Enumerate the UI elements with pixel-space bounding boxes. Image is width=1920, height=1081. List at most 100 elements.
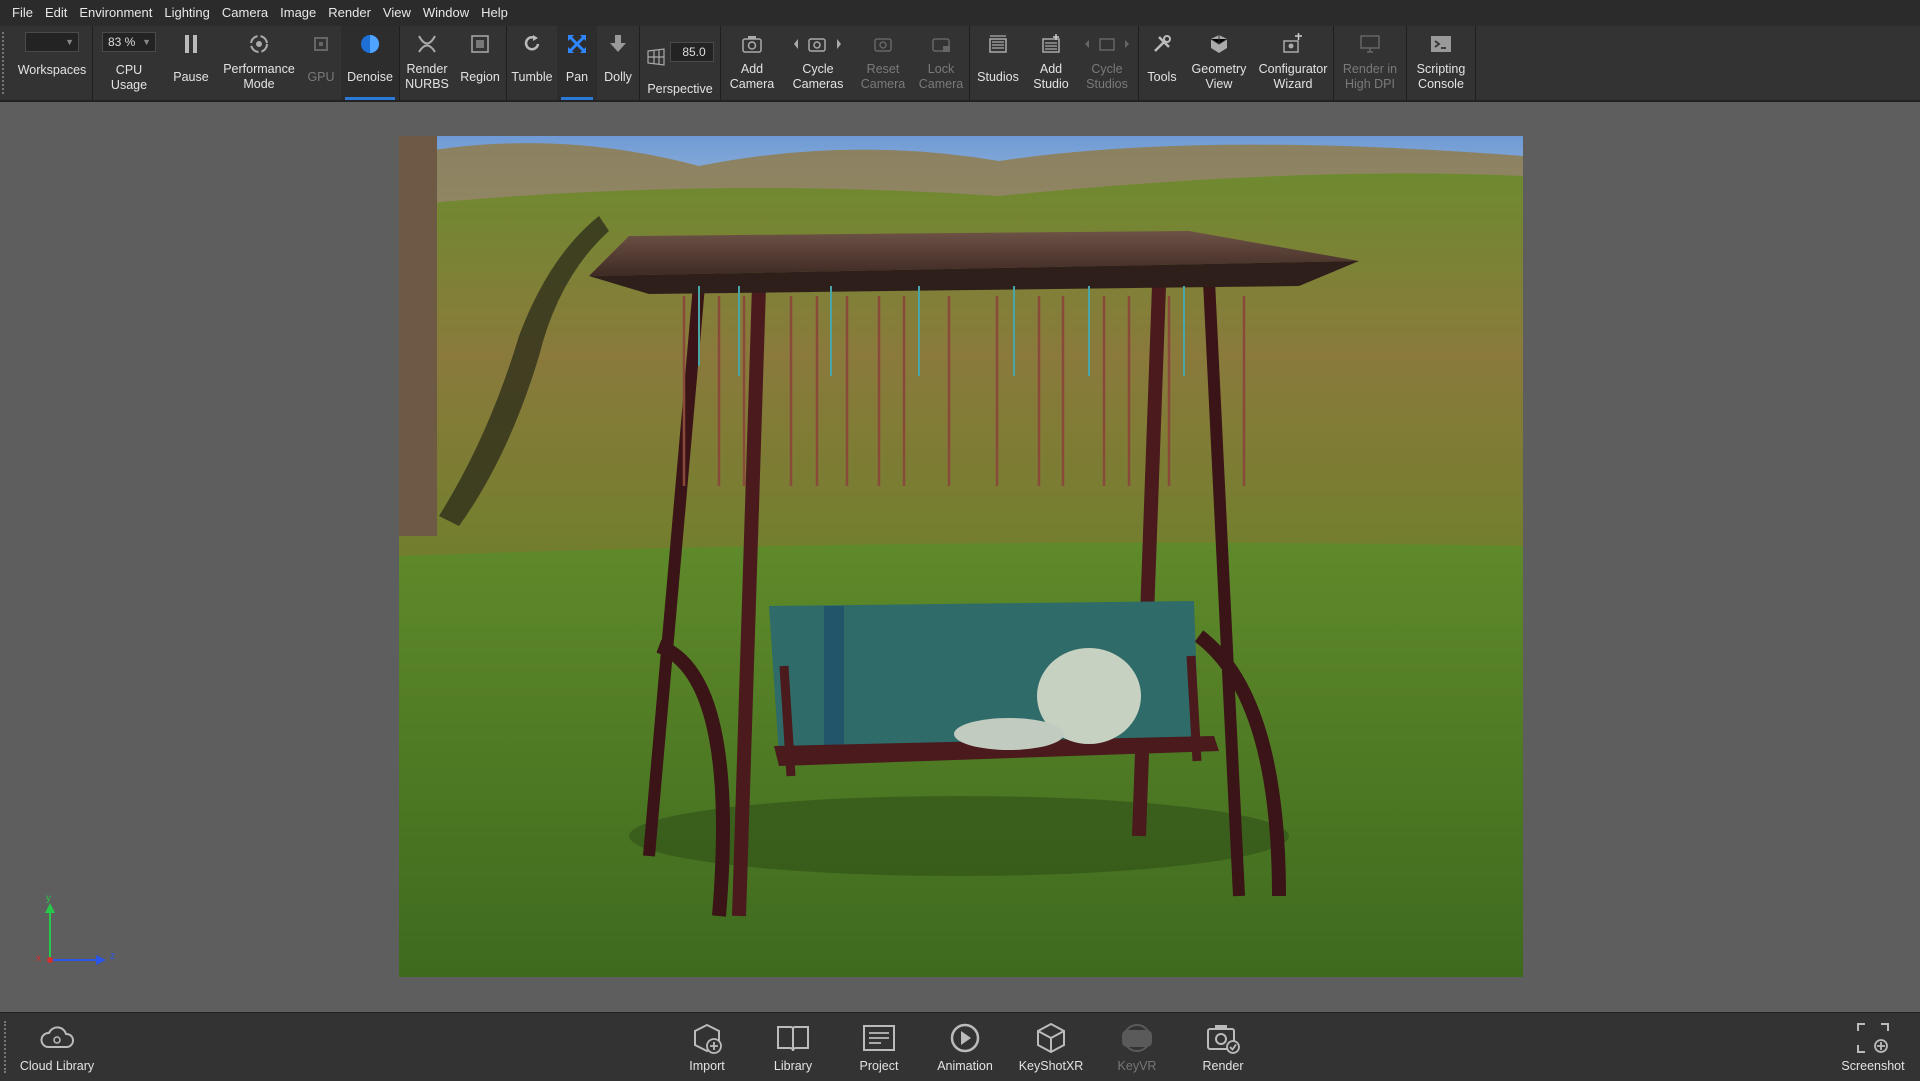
menu-view[interactable]: View [377, 0, 417, 26]
menu-file[interactable]: File [6, 0, 39, 26]
geometry-view-label: Geometry View [1191, 62, 1247, 91]
cloud-icon [37, 1019, 77, 1057]
add-camera-icon [740, 32, 764, 56]
project-button[interactable]: Project [834, 1019, 924, 1073]
pan-button[interactable]: Pan [557, 26, 597, 100]
dolly-icon [606, 32, 630, 56]
gpu-icon [309, 32, 333, 56]
perspective-label: Perspective [647, 82, 713, 96]
render-nurbs-label: Render NURBS [405, 62, 449, 91]
import-button[interactable]: Import [662, 1019, 752, 1073]
gpu-label: GPU [307, 70, 335, 84]
cpu-usage-control[interactable]: 83 % ▼ CPU Usage [93, 26, 165, 100]
chevron-down-icon: ▼ [142, 37, 151, 47]
add-camera-button[interactable]: Add Camera [721, 26, 783, 100]
menu-image[interactable]: Image [274, 0, 322, 26]
animation-label: Animation [937, 1059, 993, 1073]
keyshotxr-button[interactable]: KeyShotXR [1006, 1019, 1096, 1073]
axis-z-label: z [110, 951, 115, 962]
chevron-down-icon: ▼ [65, 37, 74, 47]
denoise-label: Denoise [347, 70, 393, 84]
cpu-usage-dropdown[interactable]: 83 % ▼ [102, 32, 156, 52]
menu-lighting[interactable]: Lighting [158, 0, 216, 26]
performance-mode-button[interactable]: Performance Mode [217, 26, 301, 100]
dolly-label: Dolly [604, 70, 632, 84]
scripting-console-button[interactable]: Scripting Console [1407, 26, 1475, 100]
perspective-input[interactable]: 85.0 [670, 41, 714, 62]
book-icon [773, 1019, 813, 1057]
dock-grip[interactable] [4, 1021, 6, 1073]
cloud-library-label: Cloud Library [19, 1059, 95, 1073]
tools-icon [1150, 32, 1174, 56]
bottom-dock: Cloud Library Import Library Project Ani… [0, 1012, 1920, 1081]
lock-camera-icon [929, 32, 953, 56]
animation-icon [945, 1019, 985, 1057]
dolly-button[interactable]: Dolly [597, 26, 639, 100]
menu-window[interactable]: Window [417, 0, 475, 26]
configurator-wizard-label: Configurator Wizard [1258, 62, 1328, 91]
console-icon [1429, 32, 1453, 56]
cycle-cameras-button[interactable]: Cycle Cameras [783, 26, 853, 100]
render-label: Render [1202, 1059, 1244, 1073]
keyshotxr-icon [1031, 1019, 1071, 1057]
configurator-wizard-icon [1281, 32, 1305, 56]
cpu-usage-label: CPU Usage [110, 63, 148, 92]
cycle-studios-button[interactable]: Cycle Studios [1076, 26, 1138, 100]
performance-mode-icon [247, 32, 271, 56]
cpu-usage-value: 83 % [108, 35, 136, 49]
render-high-dpi-label: Render in High DPI [1342, 62, 1398, 91]
configurator-wizard-button[interactable]: Configurator Wizard [1253, 26, 1333, 100]
library-button[interactable]: Library [748, 1019, 838, 1073]
screenshot-icon [1853, 1019, 1893, 1057]
keyvr-button[interactable]: KeyVR [1092, 1019, 1182, 1073]
add-studio-icon [1039, 32, 1063, 56]
studios-label: Studios [977, 70, 1019, 84]
workspaces-label: Workspaces [17, 63, 87, 77]
project-label: Project [859, 1059, 899, 1073]
animation-button[interactable]: Animation [920, 1019, 1010, 1073]
menu-camera[interactable]: Camera [216, 0, 274, 26]
workspaces-dropdown[interactable]: ▼ [25, 32, 79, 52]
cycle-studios-icon [1082, 32, 1132, 56]
cycle-studios-label: Cycle Studios [1086, 62, 1128, 91]
lock-camera-button[interactable]: Lock Camera [913, 26, 969, 100]
render-button[interactable]: Render [1178, 1019, 1268, 1073]
menu-environment[interactable]: Environment [73, 0, 158, 26]
render-high-dpi-button[interactable]: Render in High DPI [1334, 26, 1406, 100]
ribbon-grip[interactable] [2, 32, 10, 94]
library-label: Library [773, 1059, 813, 1073]
perspective-icon [646, 32, 666, 71]
nurbs-icon [415, 32, 439, 56]
menu-help[interactable]: Help [475, 0, 514, 26]
add-studio-button[interactable]: Add Studio [1026, 26, 1076, 100]
denoise-icon [358, 32, 382, 56]
render-viewport[interactable] [399, 136, 1523, 977]
studios-icon [986, 32, 1010, 56]
workspaces-control[interactable]: ▼ Workspaces [12, 26, 92, 100]
pause-button[interactable]: Pause [165, 26, 217, 100]
reset-camera-button[interactable]: Reset Camera [853, 26, 913, 100]
denoise-button[interactable]: Denoise [341, 26, 399, 100]
keyvr-label: KeyVR [1117, 1059, 1157, 1073]
geometry-view-button[interactable]: Geometry View [1185, 26, 1253, 100]
gpu-button[interactable]: GPU [301, 26, 341, 100]
pan-icon [565, 32, 589, 56]
studios-button[interactable]: Studios [970, 26, 1026, 100]
pause-label: Pause [173, 70, 209, 84]
performance-mode-label: Performance Mode [223, 62, 295, 91]
reset-camera-icon [871, 32, 895, 56]
screenshot-button[interactable]: Screenshot [1828, 1019, 1918, 1073]
cycle-cameras-label: Cycle Cameras [792, 62, 844, 91]
tools-button[interactable]: Tools [1139, 26, 1185, 100]
cloud-library-button[interactable]: Cloud Library [12, 1019, 102, 1073]
region-button[interactable]: Region [454, 26, 506, 100]
axis-y-label: y [46, 893, 51, 904]
render-nurbs-button[interactable]: Render NURBS [400, 26, 454, 100]
tumble-button[interactable]: Tumble [507, 26, 557, 100]
perspective-control[interactable]: 85.0 Perspective [640, 26, 720, 100]
pan-label: Pan [565, 70, 589, 84]
menu-render[interactable]: Render [322, 0, 377, 26]
menu-edit[interactable]: Edit [39, 0, 73, 26]
keyshotxr-label: KeyShotXR [1018, 1059, 1084, 1073]
add-studio-label: Add Studio [1033, 62, 1069, 91]
